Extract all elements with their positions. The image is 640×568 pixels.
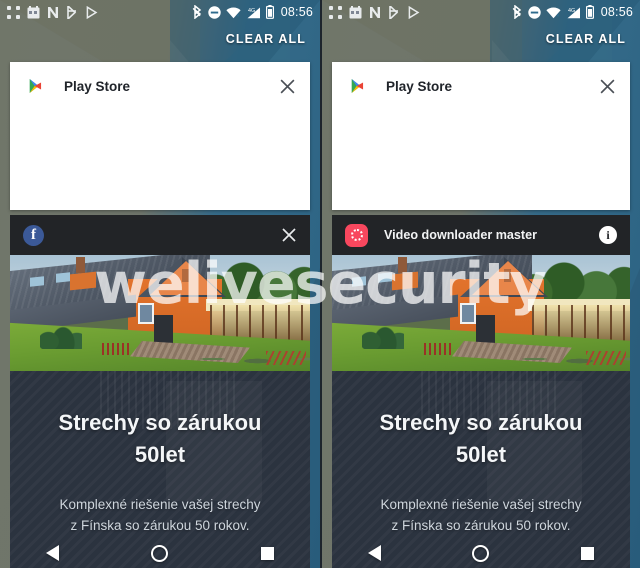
facebook-icon: f [23,224,44,246]
ad-subtext-line1: Komplexné riešenie vašej strechy [59,496,261,512]
clear-all-button[interactable]: CLEAR ALL [546,32,626,46]
ad-headline-line2: 50let [134,441,186,467]
ad-photo-house [10,255,310,371]
cellular-4g-icon: 4G [567,7,580,18]
close-icon[interactable] [599,78,616,95]
navigation-bar-left [0,538,320,568]
ad-header-bar: Video downloader master i [332,215,630,255]
apps-grid-icon [7,5,20,19]
status-time: 08:56 [600,5,633,19]
ad-subtext: Komplexné riešenie vašej strechy z Fínsk… [332,495,630,537]
battery-icon [265,5,274,19]
calendar-icon [27,5,40,18]
cellular-4g-icon: 4G [247,7,260,18]
notification-header: Play Store [10,62,310,110]
bluetooth-icon [512,5,521,19]
ad-photo-house [332,255,630,371]
back-icon[interactable] [367,545,381,561]
ad-subtext: Komplexné riešenie vašej strechy z Fínsk… [10,495,310,537]
status-bar-right: 4G 08:56 [322,0,640,24]
status-time: 08:56 [280,5,313,19]
ad-header-title: Video downloader master [384,228,538,242]
svg-text:4G: 4G [568,8,575,14]
bluetooth-icon [192,5,201,19]
ad-subtext-line2: z Fínska so zárukou 50 rokov. [391,517,571,533]
phone-screen-left: 4G 08:56 CLEAR ALL Play Store f Strechy … [0,0,320,568]
notification-app-title: Play Store [64,78,131,94]
dual-screenshot-container: 4G 08:56 CLEAR ALL Play Store f Strechy … [0,0,640,568]
do-not-disturb-icon [528,5,541,19]
wifi-icon [226,7,241,18]
ad-headline-line1: Strechy so zárukou [379,410,583,435]
recents-icon[interactable] [260,546,274,560]
info-icon[interactable]: i [599,226,617,244]
phone-screen-right: 4G 08:56 CLEAR ALL Play Store Video down… [320,0,640,568]
navigation-bar-right [322,538,640,568]
do-not-disturb-icon [208,5,221,19]
close-icon[interactable] [281,227,297,243]
fullscreen-ad-overlay[interactable]: f Strechy so zárukou 50let Komplexné rie… [10,215,310,568]
nfc-n-icon [48,6,58,18]
nfc-n-icon [370,6,380,18]
wifi-icon [546,7,561,18]
clear-all-button[interactable]: CLEAR ALL [226,32,306,46]
play-triangle-icon [86,5,98,19]
play-store-icon [24,75,46,97]
ad-headline-line2: 50let [455,441,507,467]
apps-grid-icon [329,5,342,19]
battery-icon [585,5,594,19]
notification-app-title: Play Store [386,78,453,94]
play-flag-icon [67,5,77,19]
close-icon[interactable] [279,78,296,95]
svg-text:4G: 4G [248,8,255,14]
notification-card-play-store[interactable]: Play Store [332,62,630,210]
fullscreen-ad-overlay[interactable]: Video downloader master i Strechy so zár… [332,215,630,568]
ad-subtext-line1: Komplexné riešenie vašej strechy [380,496,582,512]
play-triangle-icon [408,5,420,19]
ad-headline: Strechy so zárukou 50let [10,407,310,471]
back-icon[interactable] [46,545,60,561]
play-store-icon [346,75,368,97]
video-downloader-master-icon [345,223,368,247]
ad-subtext-line2: z Fínska so zárukou 50 rokov. [70,517,250,533]
play-flag-icon [389,5,399,19]
ad-headline: Strechy so zárukou 50let [332,407,630,471]
home-icon[interactable] [151,544,169,562]
home-icon[interactable] [472,544,490,562]
notification-card-play-store[interactable]: Play Store [10,62,310,210]
calendar-icon [349,5,362,18]
ad-header-bar: f [10,215,310,255]
recents-icon[interactable] [581,546,595,560]
status-bar-left: 4G 08:56 [0,0,320,24]
ad-headline-line1: Strechy so zárukou [58,410,262,435]
notification-header: Play Store [332,62,630,110]
